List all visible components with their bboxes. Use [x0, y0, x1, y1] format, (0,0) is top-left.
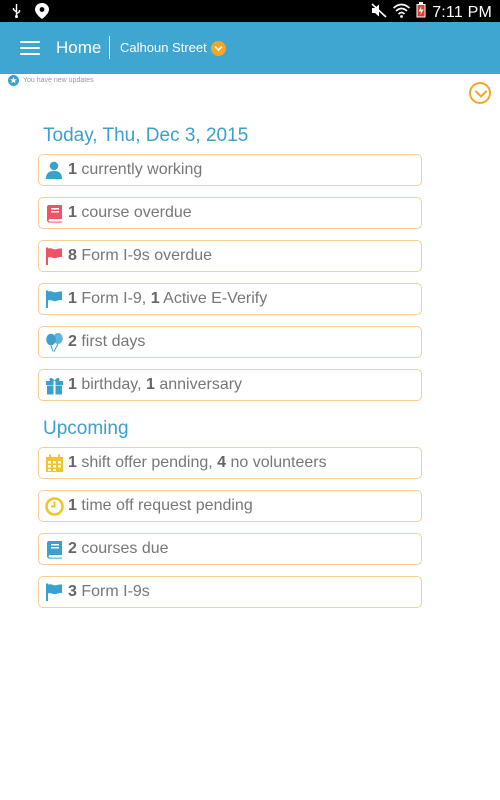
- usb-icon: [12, 4, 21, 23]
- today-card[interactable]: 1 birthday, 1 anniversary: [38, 369, 422, 401]
- upcoming-card-text: 2 courses due: [68, 540, 169, 557]
- today-card[interactable]: 1 course overdue: [38, 197, 422, 229]
- upcoming-card-text: 1 time off request pending: [68, 497, 253, 514]
- upcoming-card-text: 3 Form I-9s: [68, 583, 150, 600]
- clock-icon: [44, 496, 64, 516]
- gift-icon: [44, 375, 64, 395]
- flag-icon: [44, 246, 64, 266]
- upcoming-heading: Upcoming: [43, 418, 129, 439]
- book-icon: [44, 203, 64, 223]
- today-card-text: 1 Form I-9, 1 Active E-Verify: [68, 290, 268, 307]
- location-selector[interactable]: Calhoun Street: [120, 39, 226, 57]
- today-card-text: 1 course overdue: [68, 204, 192, 221]
- flag-icon: [44, 582, 64, 602]
- today-card-text: 1 currently working: [68, 161, 203, 178]
- status-bar: 7:11 PM: [0, 0, 500, 22]
- today-card[interactable]: 8 Form I-9s overdue: [38, 240, 422, 272]
- title-divider: [109, 36, 110, 59]
- today-card[interactable]: 1 currently working: [38, 154, 422, 186]
- location-pin-icon: [35, 3, 49, 24]
- today-card[interactable]: 2 first days: [38, 326, 422, 358]
- balloons-icon: [44, 332, 64, 352]
- hamburger-menu-icon[interactable]: [20, 38, 40, 58]
- calendar-icon: [44, 453, 64, 473]
- star-badge-icon: [8, 75, 19, 86]
- upcoming-card-text: 1 shift offer pending, 4 no volunteers: [68, 454, 327, 471]
- clock-time: 7:11 PM: [432, 3, 492, 21]
- chevron-down-icon: [210, 40, 226, 56]
- updates-notice[interactable]: You have new updates: [8, 75, 94, 86]
- location-label: Calhoun Street: [120, 40, 207, 55]
- book-icon: [44, 539, 64, 559]
- today-heading: Today, Thu, Dec 3, 2015: [43, 125, 249, 146]
- upcoming-card[interactable]: 1 time off request pending: [38, 490, 422, 522]
- today-card-text: 2 first days: [68, 333, 146, 350]
- chevron-down-circle-icon[interactable]: [469, 82, 491, 104]
- today-card-text: 1 birthday, 1 anniversary: [68, 376, 243, 393]
- today-card[interactable]: 1 Form I-9, 1 Active E-Verify: [38, 283, 422, 315]
- wifi-icon: [393, 3, 411, 23]
- upcoming-card[interactable]: 2 courses due: [38, 533, 422, 565]
- updates-text: You have new updates: [23, 76, 94, 84]
- upcoming-card[interactable]: 1 shift offer pending, 4 no volunteers: [38, 447, 422, 479]
- upcoming-card[interactable]: 3 Form I-9s: [38, 576, 422, 608]
- page-title: Home: [56, 38, 102, 57]
- app-bar: Home Calhoun Street: [0, 22, 500, 74]
- battery-charging-icon: [416, 2, 426, 23]
- flag-icon: [44, 289, 64, 309]
- person-icon: [44, 160, 64, 180]
- today-card-text: 8 Form I-9s overdue: [68, 247, 213, 264]
- mute-icon: [371, 2, 387, 23]
